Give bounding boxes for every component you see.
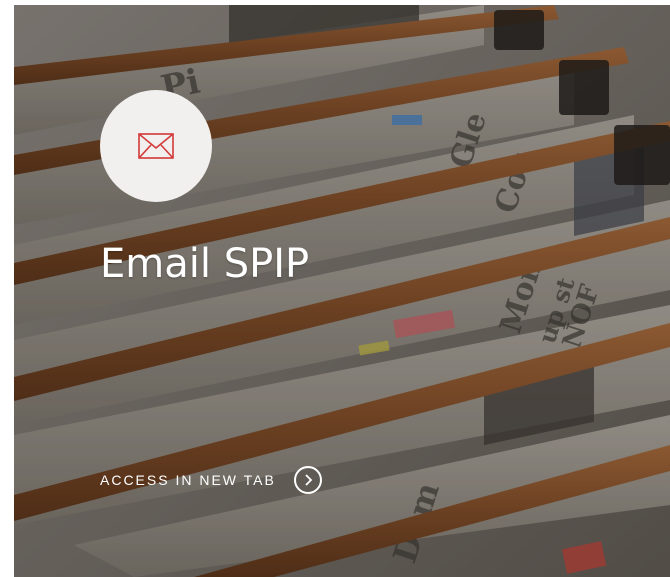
card-title: Email SPIP <box>100 241 310 287</box>
envelope-icon <box>138 133 174 159</box>
chevron-right-circle-icon <box>293 466 322 494</box>
tool-card[interactable]: Pi Gle Cor Mon up st NOF Dem Email SPIP <box>14 5 670 577</box>
icon-badge <box>100 90 212 202</box>
access-link-label: ACCESS IN NEW TAB <box>100 472 276 488</box>
access-in-new-tab-link[interactable]: ACCESS IN NEW TAB <box>100 466 322 494</box>
